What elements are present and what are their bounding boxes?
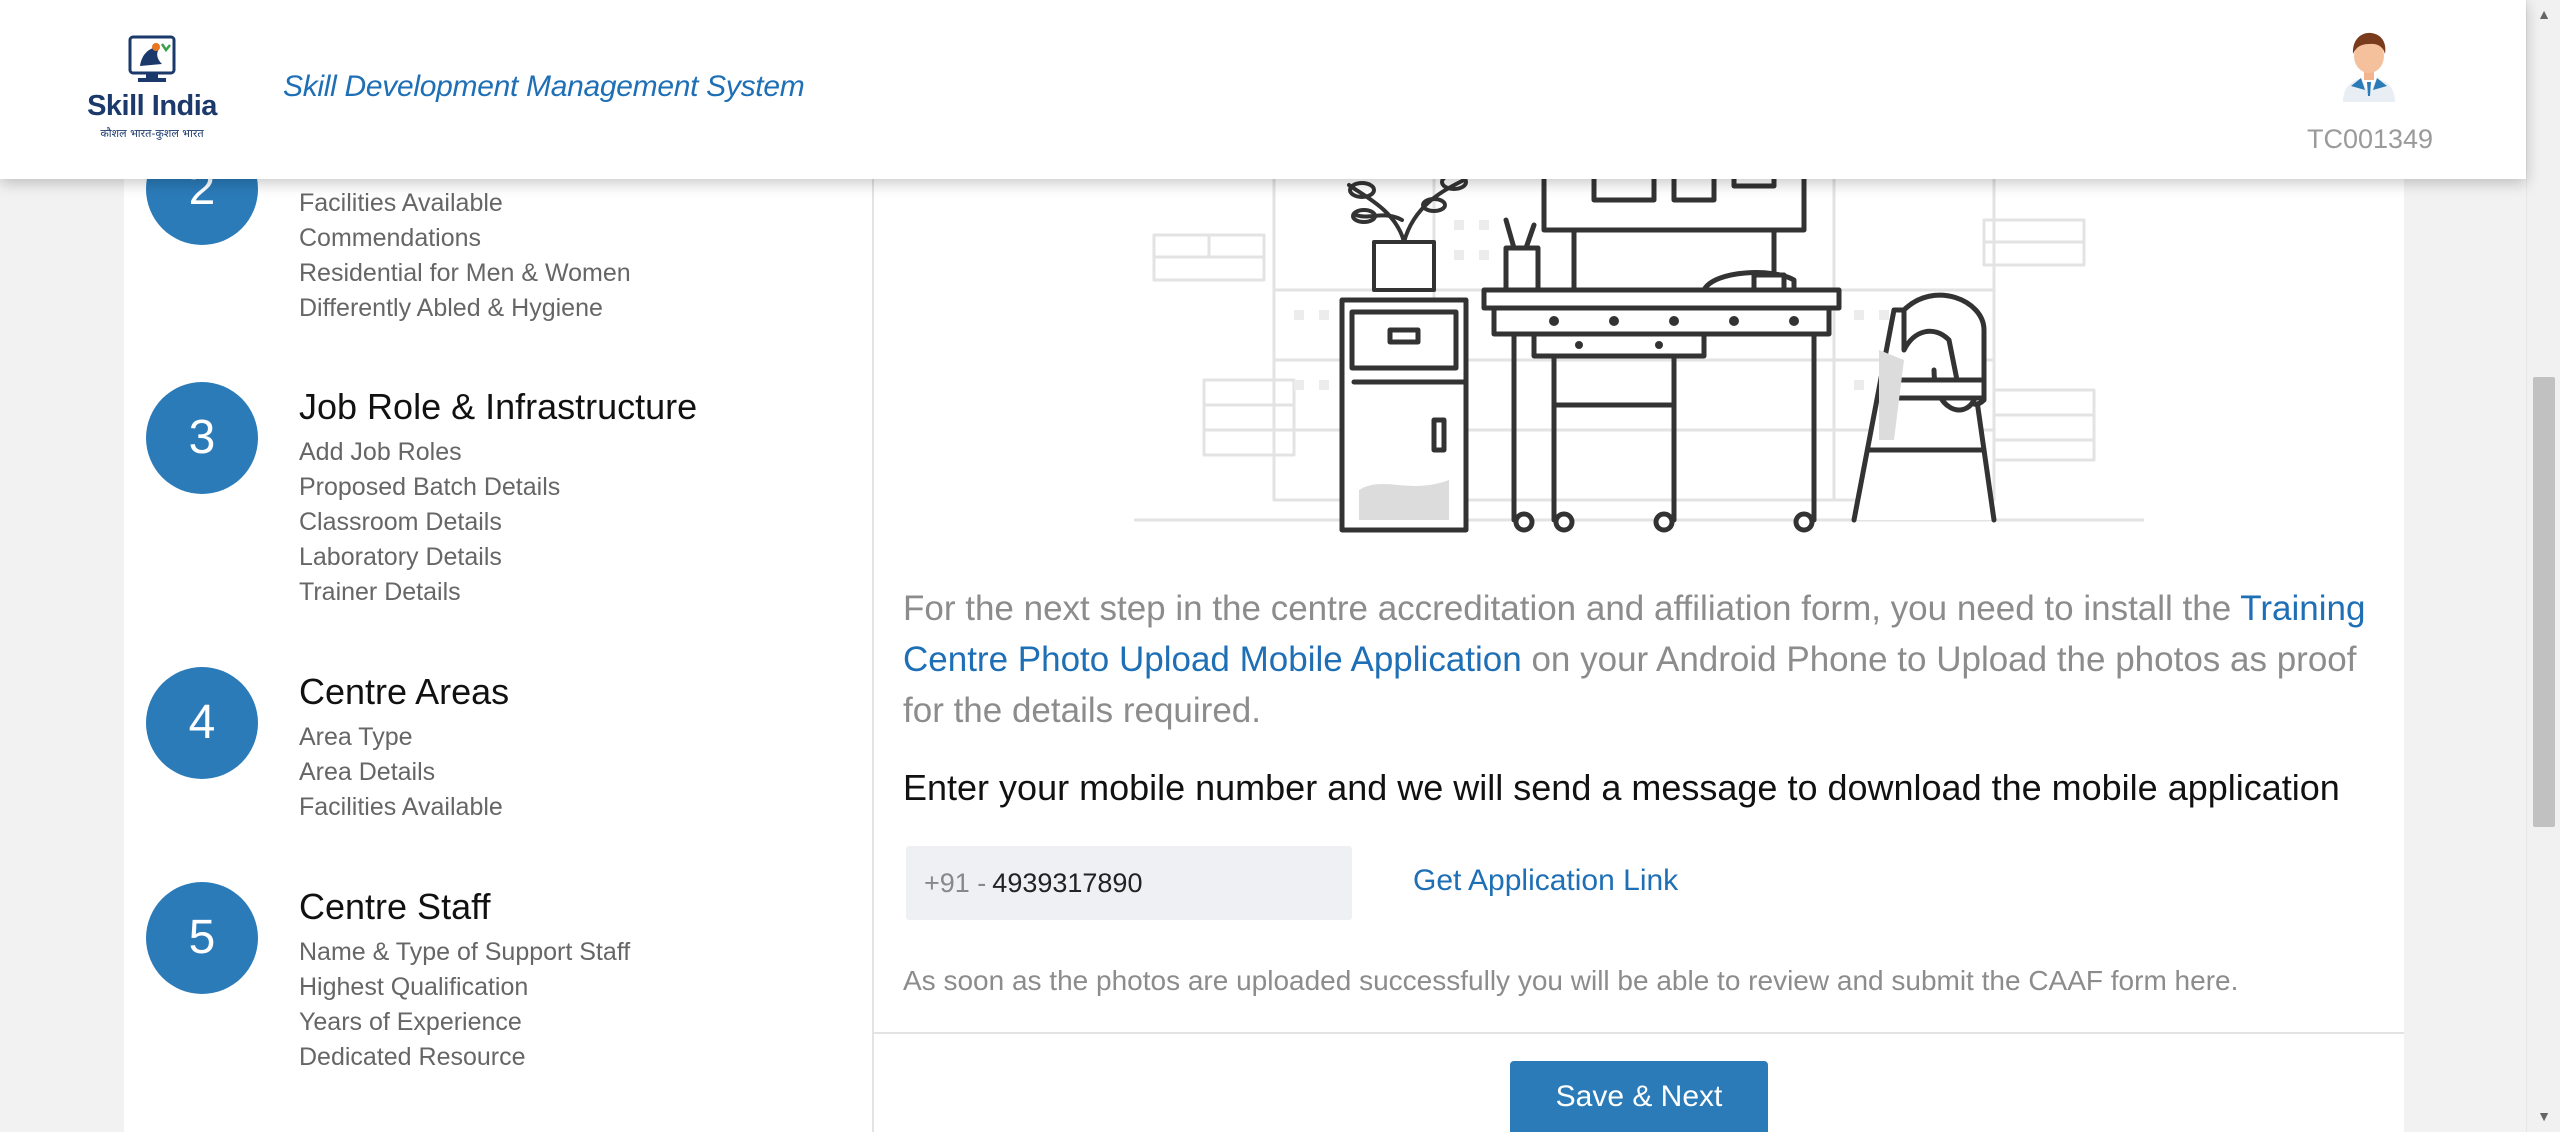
step-item: Residential for Men & Women xyxy=(299,259,631,287)
logo-tagline-text: कौशल भारत-कुशल भारत xyxy=(100,127,204,140)
install-app-instructions: For the next step in the centre accredit… xyxy=(903,583,2373,736)
skill-india-logo[interactable]: Skill India कौशल भारत-कुशल भारत xyxy=(82,34,222,146)
step-item-list: Facilities Available Commendations Resid… xyxy=(299,186,631,326)
step-number-circle: 3 xyxy=(146,382,258,494)
step-item: Highest Qualification xyxy=(299,973,529,1001)
step-item: Name & Type of Support Staff xyxy=(299,938,631,966)
step-item-list: Area Type Area Details Facilities Availa… xyxy=(299,720,503,825)
step-item: Area Details xyxy=(299,758,436,786)
upload-status-note: As soon as the photos are uploaded succe… xyxy=(903,965,2239,996)
mobile-number-value[interactable]: 4939317890 xyxy=(992,868,1142,899)
step-title: Centre Staff xyxy=(299,886,491,927)
scroll-down-arrow-icon[interactable]: ▼ xyxy=(2527,1104,2560,1128)
step-number-circle: 5 xyxy=(146,882,258,994)
card-footer-divider xyxy=(874,1032,2404,1034)
step-item: Proposed Batch Details xyxy=(299,473,561,501)
save-and-next-button[interactable]: Save & Next xyxy=(1510,1061,1768,1132)
office-desk-illustration xyxy=(1134,150,2144,533)
step-number-circle: 4 xyxy=(146,667,258,779)
step-item: Commendations xyxy=(299,224,482,252)
scroll-up-arrow-icon[interactable]: ▲ xyxy=(2527,4,2560,24)
country-code-prefix: +91 - xyxy=(924,867,987,898)
step-item: Area Type xyxy=(299,723,413,751)
step-item-list: Add Job Roles Proposed Batch Details Cla… xyxy=(299,435,560,610)
enter-mobile-prompt: Enter your mobile number and we will sen… xyxy=(903,767,2340,808)
mobile-number-input[interactable]: +91 - 4939317890 xyxy=(906,846,1352,920)
user-avatar-icon[interactable] xyxy=(2337,28,2401,102)
logo-brand-text: Skill India xyxy=(87,90,217,122)
step-item: Facilities Available xyxy=(299,189,503,217)
user-id-label: TC001349 xyxy=(2306,124,2434,154)
step-item: Trainer Details xyxy=(299,578,461,606)
step-item: Dedicated Resource xyxy=(299,1043,526,1071)
page-scrollbar[interactable]: ▲ ▼ xyxy=(2526,0,2560,1132)
step-title: Centre Areas xyxy=(299,671,510,712)
step-item: Facilities Available xyxy=(299,793,503,821)
step-item: Add Job Roles xyxy=(299,438,462,466)
app-title: Skill Development Management System xyxy=(283,70,805,103)
step-item-list: Name & Type of Support Staff Highest Qua… xyxy=(299,935,630,1075)
top-header: Skill India कौशल भारत-कुशल भारत Skill De… xyxy=(0,0,2526,179)
step-item: Differently Abled & Hygiene xyxy=(299,294,603,322)
step-title: Job Role & Infrastructure xyxy=(299,386,698,427)
instructions-text-before: For the next step in the centre accredit… xyxy=(903,589,2241,628)
step-item: Years of Experience xyxy=(299,1008,522,1036)
skill-india-emblem-icon xyxy=(128,35,176,82)
scrollbar-thumb[interactable] xyxy=(2533,377,2555,827)
step-item: Classroom Details xyxy=(299,508,502,536)
step-item: Laboratory Details xyxy=(299,543,502,571)
get-application-link-button[interactable]: Get Application Link xyxy=(1413,864,1678,898)
